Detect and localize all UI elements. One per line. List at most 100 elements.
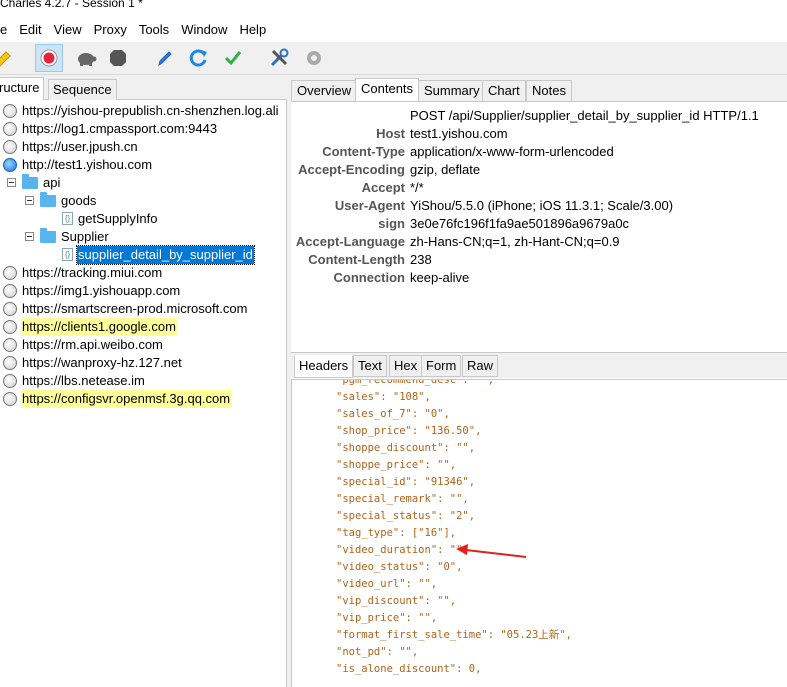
globe-icon (3, 121, 17, 136)
collapse-toggle-icon[interactable] (25, 196, 34, 206)
globe-icon (3, 337, 17, 352)
record-icon[interactable] (35, 44, 63, 72)
tree-node-label: https://clients1.google.com (21, 318, 177, 336)
request-line: POST /api/Supplier/supplier_detail_by_su… (410, 108, 759, 123)
json-line: "sales": "108", (336, 391, 431, 403)
header-value: gzip, deflate (410, 162, 481, 177)
header-name: Accept (361, 180, 405, 195)
tree-node[interactable]: api (7, 173, 61, 192)
throttle-turtle-icon[interactable] (72, 44, 100, 72)
header-value: YiShou/5.5.0 (iPhone; iOS 11.3.1; Scale/… (410, 198, 674, 213)
json-line: "video_status": "0", (336, 561, 463, 573)
detail-tab-bar: Overview Contents Summary Chart Notes (291, 76, 787, 101)
header-value: 3e0e76fc196f1fa9ae501896a9679a0c (410, 216, 630, 231)
compose-pen-icon[interactable] (151, 44, 179, 72)
tree-node[interactable]: https://wanproxy-hz.127.net (3, 354, 183, 372)
json-line: "pgm_recommend_desc": "", (336, 379, 495, 386)
pen-icon[interactable] (0, 44, 18, 72)
tree-node[interactable]: Supplier (25, 227, 110, 246)
tree-node[interactable]: https://configsvr.openmsf.3g.qq.com (3, 390, 232, 408)
tree-node-label: goods (61, 193, 97, 208)
body-tab-text[interactable]: Text (353, 355, 387, 377)
header-row: Host test1.yishou.com (291, 125, 787, 143)
tree-node[interactable]: http://test1.yishou.com (3, 156, 153, 174)
collapse-toggle-icon[interactable] (25, 232, 34, 242)
header-row: Accept */* (291, 179, 787, 197)
tree-node[interactable]: https://smartscreen-prod.microsoft.com (3, 300, 248, 318)
tree-node[interactable]: https://yishou-prepublish.cn-shenzhen.lo… (3, 102, 280, 120)
globe-icon (3, 319, 17, 334)
breakpoint-stop-icon[interactable] (104, 44, 132, 72)
body-tab-headers[interactable]: Headers (294, 355, 354, 378)
header-name: sign (378, 216, 405, 231)
tab-contents[interactable]: Contents (355, 78, 420, 101)
header-value: 238 (410, 252, 432, 267)
menu-item-0[interactable]: e (0, 18, 13, 42)
header-name: Accept-Language (295, 234, 405, 249)
tree-node-label: https://smartscreen-prod.microsoft.com (22, 301, 248, 316)
tree-node-label: https://lbs.netease.im (22, 373, 145, 388)
tab-chart[interactable]: Chart (482, 80, 526, 101)
folder-icon (40, 227, 56, 243)
header-row: Accept-Language zh-Hans-CN;q=1, zh-Hant-C… (291, 233, 787, 251)
repeat-refresh-icon[interactable] (185, 44, 213, 72)
toolbar (0, 42, 787, 75)
tree-node[interactable]: https://tracking.miui.com (3, 264, 163, 282)
window-title: Charles 4.2.7 - Session 1 * (0, 0, 143, 10)
json-line: "special_remark": "", (336, 493, 469, 505)
tab-summary[interactable]: Summary (418, 80, 486, 101)
settings-gear-icon[interactable] (300, 44, 328, 72)
json-line: "special_id": "91346", (336, 476, 476, 488)
header-name: Connection (333, 270, 406, 285)
json-line: "video_duration": "", (336, 544, 469, 556)
collapse-toggle-icon[interactable] (7, 178, 16, 188)
validate-check-icon[interactable] (219, 44, 247, 72)
tree-node[interactable]: {} supplier_detail_by_supplier_id (62, 245, 255, 265)
menu-item-4[interactable]: Tools (133, 18, 175, 42)
body-tab-form[interactable]: Form (421, 355, 462, 377)
header-name: Host (376, 126, 405, 141)
tab-notes[interactable]: Notes (526, 80, 572, 101)
json-line: "not_pd": "", (336, 646, 419, 658)
menu-item-2[interactable]: View (48, 18, 88, 42)
header-row: sign 3e0e76fc196f1fa9ae501896a9679a0c (291, 215, 787, 233)
tree-node-label: Supplier (61, 229, 109, 244)
body-tab-hex[interactable]: Hex (389, 355, 423, 377)
menu-item-1[interactable]: Edit (13, 18, 47, 42)
globe-icon (3, 373, 17, 388)
tab-structure[interactable]: ructure (0, 77, 45, 100)
globe-icon (3, 157, 17, 172)
tree-node-label: https://log1.cmpassport.com:9443 (22, 121, 218, 136)
body-tab-raw[interactable]: Raw (462, 355, 499, 377)
tree-node-label: http://test1.yishou.com (22, 157, 153, 172)
tree-node[interactable]: goods (25, 191, 97, 210)
menu-item-6[interactable]: Help (233, 18, 272, 42)
tree-node-label: https://tracking.miui.com (22, 265, 163, 280)
json-line: "shop_price": "136.50", (336, 425, 482, 437)
tree-node[interactable]: {} getSupplyInfo (62, 210, 159, 228)
tree-node-label: https://rm.api.weibo.com (22, 337, 163, 352)
globe-icon (3, 391, 17, 406)
window-title-bar: Charles 4.2.7 - Session 1 * (0, 0, 787, 18)
globe-icon (3, 355, 17, 370)
header-row: Content-Length 238 (291, 251, 787, 269)
tab-sequence[interactable]: Sequence (48, 79, 117, 100)
tools-icon[interactable] (265, 44, 293, 72)
tree-node[interactable]: https://log1.cmpassport.com:9443 (3, 120, 218, 138)
globe-icon (3, 283, 17, 298)
header-value: zh-Hans-CN;q=1, zh-Hant-CN;q=0.9 (410, 234, 620, 249)
header-value: keep-alive (410, 270, 470, 285)
menu-item-3[interactable]: Proxy (88, 18, 133, 42)
tree-node[interactable]: https://clients1.google.com (3, 318, 177, 336)
tree-node[interactable]: https://img1.yishouapp.com (3, 282, 181, 300)
tab-overview[interactable]: Overview (291, 80, 358, 101)
tree-node[interactable]: https://lbs.netease.im (3, 372, 146, 390)
tree-node[interactable]: https://user.jpush.cn (3, 138, 139, 156)
structure-panel: ructure Sequence https://yishou-prepubli… (0, 76, 287, 687)
globe-icon (3, 103, 17, 118)
tree-node[interactable]: https://rm.api.weibo.com (3, 336, 164, 354)
menu-bar: e Edit View Proxy Tools Window Help (0, 18, 787, 42)
header-value: application/x-www-form-urlencoded (410, 144, 614, 159)
menu-item-5[interactable]: Window (175, 18, 233, 42)
header-row: Content-Type application/x-www-form-urlen… (291, 143, 787, 161)
